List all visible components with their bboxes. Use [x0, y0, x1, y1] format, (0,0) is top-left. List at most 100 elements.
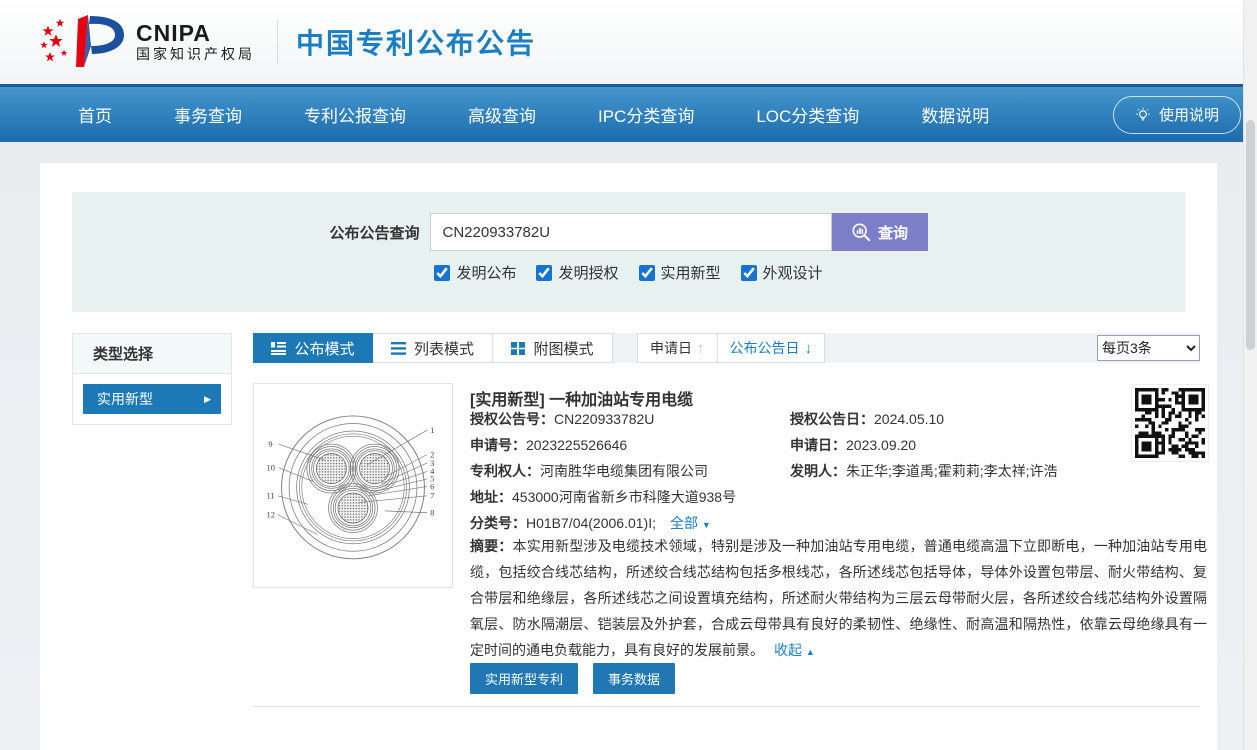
- sort-by-publish-date[interactable]: 公布公告日 ↓: [717, 334, 825, 362]
- field-value: 2023.09.20: [846, 437, 916, 453]
- tab-label: 附图模式: [533, 338, 593, 359]
- figure-label: 7: [430, 491, 434, 501]
- filter-invention-publication[interactable]: 发明公布: [434, 262, 516, 283]
- sort-down-arrow-icon: ↓: [805, 340, 813, 357]
- vertical-scrollbar[interactable]: [1243, 0, 1257, 750]
- search-magnifier-icon: [851, 222, 871, 242]
- nav-item-loc-query[interactable]: LOC分类查询: [756, 102, 859, 127]
- patent-abstract: 摘要：本实用新型涉及电缆技术领域，特别是涉及一种加油站专用电缆，普通电缆高温下立…: [470, 533, 1207, 665]
- qr-code: [1131, 384, 1209, 462]
- sort-label: 申请日: [650, 338, 692, 358]
- patent-title: [实用新型] 一种加油站专用电缆: [470, 386, 693, 410]
- sidebar-body: 实用新型 ▶: [73, 374, 231, 424]
- field-label: 专利权人：: [470, 463, 540, 479]
- nav-item-gazette-query[interactable]: 专利公报查询: [304, 102, 406, 127]
- page-size-select[interactable]: 每页3条: [1097, 335, 1200, 361]
- patent-fields: 授权公告号：CN220933782U 授权公告日：2024.05.10 申请号：…: [470, 409, 1120, 539]
- chevron-right-icon: ▶: [204, 394, 211, 405]
- logo-org-name: 国家知识产权局: [136, 45, 255, 63]
- sort-by-apply-date[interactable]: 申请日 ↑: [638, 334, 717, 362]
- usage-help-label: 使用说明: [1159, 104, 1219, 125]
- cable-cross-section-drawing: 1 2 3 4 5 6 7 8 9 10 11 12: [259, 389, 447, 582]
- patent-figure[interactable]: 1 2 3 4 5 6 7 8 9 10 11 12: [253, 383, 453, 588]
- field-inventors: 发明人：朱正华;李道禹;霍莉莉;李太祥;许浩: [790, 461, 1120, 487]
- field-label: 授权公告日：: [790, 411, 874, 427]
- patent-type-filters: 发明公布 发明授权 实用新型 外观设计: [72, 262, 1185, 283]
- utility-model-patent-button[interactable]: 实用新型专利: [470, 663, 578, 694]
- field-label: 发明人：: [790, 463, 846, 479]
- nav-item-ipc-query[interactable]: IPC分类查询: [598, 102, 694, 127]
- transaction-data-button[interactable]: 事务数据: [593, 663, 675, 694]
- figure-label: 8: [430, 508, 434, 518]
- collapse-abstract-link[interactable]: 收起 ▲: [774, 642, 815, 658]
- patent-announcement-page: CNIPA 国家知识产权局 中国专利公布公告 首页 事务查询 专利公报查询 高级…: [0, 0, 1257, 750]
- search-button-label: 查询: [878, 222, 908, 243]
- field-value: CN220933782U: [554, 411, 654, 427]
- filter-label: 外观设计: [763, 262, 823, 283]
- filter-label: 发明公布: [456, 262, 516, 283]
- filter-label: 实用新型: [661, 262, 721, 283]
- classification-all-link[interactable]: 全部 ▼: [670, 515, 711, 531]
- figure-label: 11: [267, 491, 275, 501]
- filter-utility-model[interactable]: 实用新型: [639, 262, 721, 283]
- field-value: 2024.05.10: [874, 411, 944, 427]
- cnipa-logo: CNIPA 国家知识产权局: [38, 13, 255, 71]
- triangle-down-icon: ▼: [702, 520, 711, 530]
- site-title: 中国专利公布公告: [296, 22, 536, 62]
- field-label: 分类号：: [470, 515, 526, 531]
- nav-item-transaction-query[interactable]: 事务查询: [174, 102, 242, 127]
- nav-item-data-notes[interactable]: 数据说明: [921, 102, 989, 127]
- collapse-link-label: 收起: [774, 642, 802, 658]
- field-application-date: 申请日：2023.09.20: [790, 435, 1120, 461]
- scrollbar-thumb[interactable]: [1246, 120, 1255, 350]
- sidebar-item-utility-model[interactable]: 实用新型 ▶: [83, 384, 221, 414]
- field-value: 2023225526646: [526, 437, 627, 453]
- invention-publication-checkbox[interactable]: [434, 265, 450, 281]
- field-address: 地址：453000河南省新乡市科隆大道938号: [470, 487, 1120, 513]
- search-label: 公布公告查询: [329, 222, 419, 243]
- search-row: 公布公告查询 查询: [72, 213, 1185, 251]
- abstract-label: 摘要：: [470, 538, 513, 554]
- result-item-divider: [253, 706, 1200, 707]
- tab-figure-mode[interactable]: 附图模式: [493, 333, 613, 363]
- filter-invention-grant[interactable]: 发明授权: [536, 262, 618, 283]
- field-value: H01B7/04(2006.01)I;: [526, 515, 656, 531]
- tab-label: 列表模式: [414, 338, 474, 359]
- all-link-label: 全部: [670, 515, 698, 531]
- tab-list-mode[interactable]: 列表模式: [373, 333, 493, 363]
- sidebar-item-label: 实用新型: [97, 389, 153, 409]
- publication-mode-icon: [271, 342, 286, 355]
- invention-grant-checkbox[interactable]: [536, 265, 552, 281]
- nav-item-home[interactable]: 首页: [78, 102, 112, 127]
- nav-item-advanced-query[interactable]: 高级查询: [468, 102, 536, 127]
- sidebar-title: 类型选择: [73, 334, 231, 374]
- sort-up-arrow-icon: ↑: [697, 340, 705, 357]
- filter-label: 发明授权: [558, 262, 618, 283]
- cnipa-logo-icon: [38, 13, 130, 71]
- figure-label: 1: [430, 425, 434, 435]
- triangle-up-icon: ▲: [806, 647, 815, 657]
- field-label: 地址：: [470, 489, 512, 505]
- list-mode-icon: [391, 342, 406, 355]
- patent-action-buttons: 实用新型专利 事务数据: [470, 663, 675, 694]
- usage-help-button[interactable]: 使用说明: [1113, 96, 1241, 134]
- field-label: 申请号：: [470, 437, 526, 453]
- search-input[interactable]: [430, 213, 832, 251]
- search-button[interactable]: 查询: [832, 213, 928, 251]
- tab-publication-mode[interactable]: 公布模式: [253, 333, 373, 363]
- field-value: 朱正华;李道禹;霍莉莉;李太祥;许浩: [846, 463, 1058, 479]
- field-value: 453000河南省新乡市科隆大道938号: [512, 489, 736, 505]
- figure-label: 9: [268, 439, 272, 449]
- field-grant-date: 授权公告日：2024.05.10: [790, 409, 1120, 435]
- sort-controls: 申请日 ↑ 公布公告日 ↓: [637, 333, 825, 363]
- design-checkbox[interactable]: [741, 265, 757, 281]
- filter-design[interactable]: 外观设计: [741, 262, 823, 283]
- field-patentee: 专利权人：河南胜华电缆集团有限公司: [470, 461, 790, 487]
- field-value: 河南胜华电缆集团有限公司: [540, 463, 708, 479]
- tab-label: 公布模式: [294, 338, 354, 359]
- field-application-number: 申请号：2023225526646: [470, 435, 790, 461]
- view-mode-tabs: 公布模式 列表模式 附图模式: [253, 333, 613, 363]
- site-header: CNIPA 国家知识产权局 中国专利公布公告: [0, 0, 1257, 84]
- search-panel: 公布公告查询 查询 发明公布 发明授权: [72, 192, 1185, 312]
- utility-model-checkbox[interactable]: [639, 265, 655, 281]
